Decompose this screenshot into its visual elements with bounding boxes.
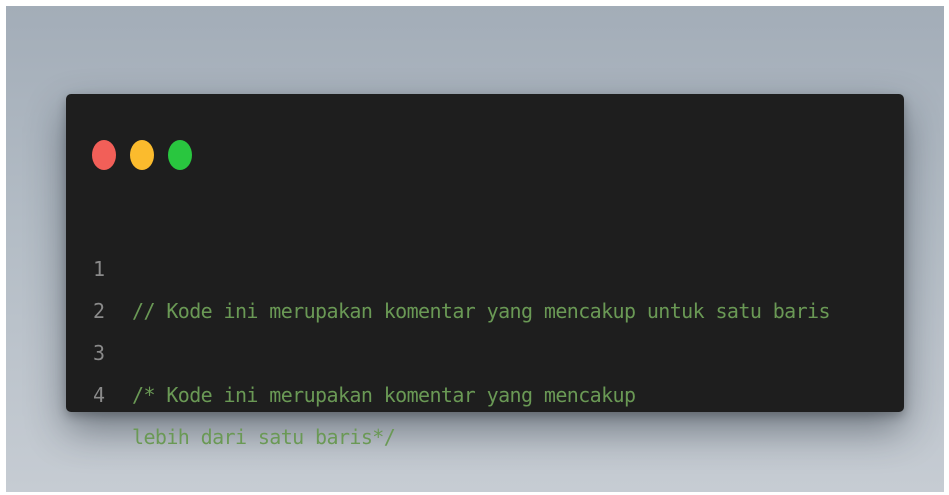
code-line: 4 lebih dari satu baris*/ (66, 332, 904, 449)
code-window: 1 // Kode ini merupakan komentar yang me… (66, 94, 904, 449)
code-editor: 1 // Kode ini merupakan komentar yang me… (66, 206, 904, 449)
code-comment: lebih dari satu baris*/ (132, 425, 396, 449)
close-button[interactable] (92, 140, 116, 170)
code-comment: /* Kode ini merupakan komentar yang menc… (132, 383, 636, 407)
maximize-button[interactable] (168, 140, 192, 170)
minimize-button[interactable] (130, 140, 154, 170)
window-controls (92, 140, 192, 170)
code-line: 1 // Kode ini merupakan komentar yang me… (66, 206, 904, 323)
code-line: 2 (66, 248, 904, 323)
code-line: 3 /* Kode ini merupakan komentar yang me… (66, 290, 904, 407)
line-number: 4 (93, 383, 105, 407)
screenshot-background: 1 // Kode ini merupakan komentar yang me… (6, 6, 944, 492)
